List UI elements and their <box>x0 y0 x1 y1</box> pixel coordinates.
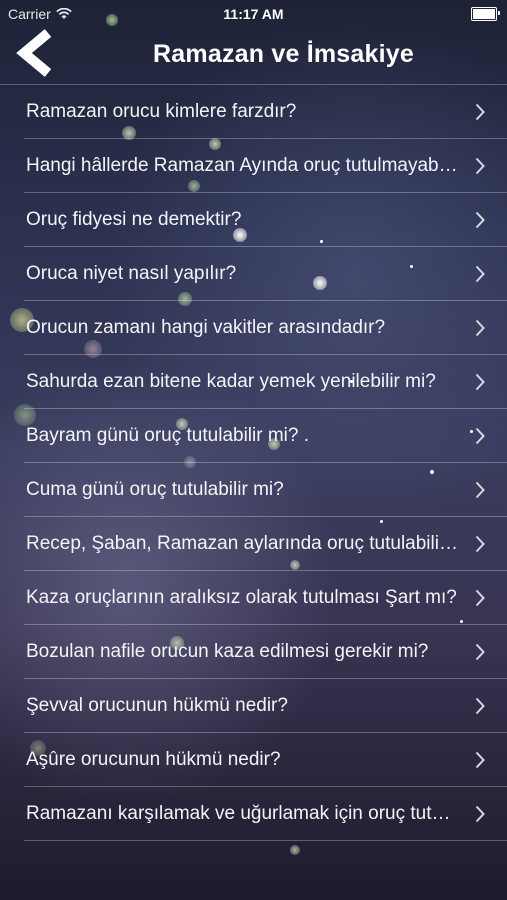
list-item[interactable]: Oruç fidyesi ne demektir? <box>24 193 507 247</box>
list-item-label: Şevval orucunun hükmü nedir? <box>26 695 288 716</box>
list-item-label: Kaza oruçlarının aralıksız olarak tutulm… <box>26 587 457 608</box>
chevron-right-icon <box>475 157 485 175</box>
list-item[interactable]: Recep, Şaban, Ramazan aylarında oruç tut… <box>24 517 507 571</box>
chevron-right-icon <box>475 103 485 121</box>
list-item[interactable]: Ramazanı karşılamak ve uğurlamak için or… <box>24 787 507 841</box>
list-item[interactable]: Aşûre orucunun hükmü nedir? <box>24 733 507 787</box>
status-time: 11:17 AM <box>223 6 284 22</box>
question-list: Ramazan orucu kimlere farzdır? Hangi hâll… <box>0 84 507 841</box>
list-item-label: Bayram günü oruç tutulabilir mi? . <box>26 425 310 446</box>
list-item-label: Orucun zamanı hangi vakitler arasındadır… <box>26 317 386 338</box>
list-item-label: Oruca niyet nasıl yapılır? <box>26 263 237 284</box>
chevron-right-icon <box>475 751 485 769</box>
chevron-right-icon <box>475 805 485 823</box>
list-item[interactable]: Ramazan orucu kimlere farzdır? <box>24 85 507 139</box>
list-item-label: Recep, Şaban, Ramazan aylarında oruç tut… <box>26 533 460 554</box>
chevron-left-icon <box>16 29 52 77</box>
list-item[interactable]: Kaza oruçlarının aralıksız olarak tutulm… <box>24 571 507 625</box>
chevron-right-icon <box>475 211 485 229</box>
list-item-label: Hangi hâllerde Ramazan Ayında oruç tutul… <box>26 155 460 176</box>
list-item[interactable]: Hangi hâllerde Ramazan Ayında oruç tutul… <box>24 139 507 193</box>
chevron-right-icon <box>475 643 485 661</box>
list-item-label: Cuma günü oruç tutulabilir mi? <box>26 479 284 500</box>
list-item[interactable]: Oruca niyet nasıl yapılır? <box>24 247 507 301</box>
status-bar: Carrier 11:17 AM <box>0 0 507 28</box>
list-item-label: Bozulan nafile orucun kaza edilmesi gere… <box>26 641 429 662</box>
list-item[interactable]: Bayram günü oruç tutulabilir mi? . <box>24 409 507 463</box>
chevron-right-icon <box>475 427 485 445</box>
chevron-right-icon <box>475 535 485 553</box>
list-item-label: Ramazan orucu kimlere farzdır? <box>26 101 297 122</box>
chevron-right-icon <box>475 589 485 607</box>
list-item[interactable]: Orucun zamanı hangi vakitler arasındadır… <box>24 301 507 355</box>
chevron-right-icon <box>475 265 485 283</box>
list-item[interactable]: Sahurda ezan bitene kadar yemek yenilebi… <box>24 355 507 409</box>
list-item-label: Aşûre orucunun hükmü nedir? <box>26 749 281 770</box>
navigation-bar: Ramazan ve İmsakiye <box>0 28 507 84</box>
list-item-label: Ramazanı karşılamak ve uğurlamak için or… <box>26 803 460 824</box>
page-title: Ramazan ve İmsakiye <box>153 40 414 68</box>
list-item[interactable]: Cuma günü oruç tutulabilir mi? <box>24 463 507 517</box>
chevron-right-icon <box>475 373 485 391</box>
list-item-label: Sahurda ezan bitene kadar yemek yenilebi… <box>26 371 436 392</box>
list-item-label: Oruç fidyesi ne demektir? <box>26 209 242 230</box>
battery-icon <box>471 7 500 21</box>
chevron-right-icon <box>475 697 485 715</box>
chevron-right-icon <box>475 319 485 337</box>
chevron-right-icon <box>475 481 485 499</box>
list-item[interactable]: Bozulan nafile orucun kaza edilmesi gere… <box>24 625 507 679</box>
list-item[interactable]: Şevval orucunun hükmü nedir? <box>24 679 507 733</box>
back-button[interactable] <box>8 28 60 80</box>
